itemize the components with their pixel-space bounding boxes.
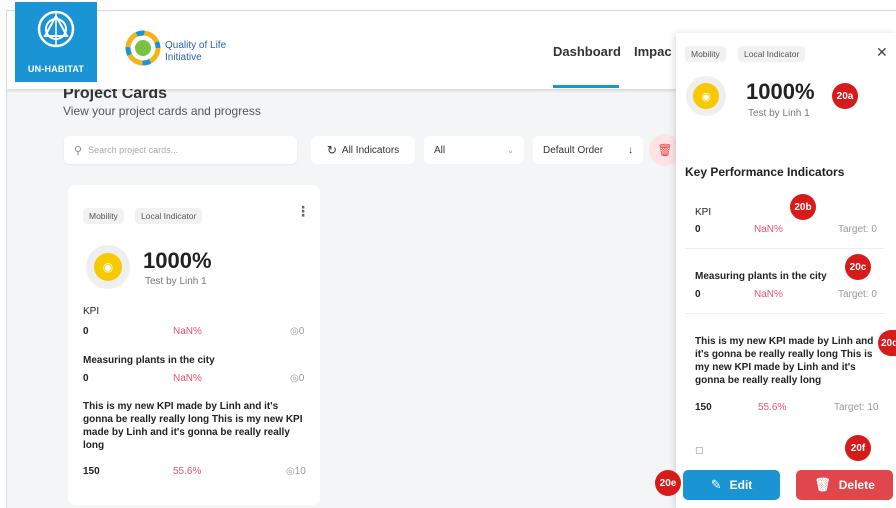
card-progress-percent: 1000% — [143, 248, 212, 273]
quality-of-life-logo — [125, 30, 161, 66]
qol-wordmark: Quality of Life Initiative — [165, 40, 227, 63]
nav-impact[interactable]: Impac — [634, 44, 672, 59]
panel-kpi-name: KPI — [695, 207, 712, 218]
divider — [685, 248, 885, 249]
panel-kpi-value: 0 — [695, 289, 701, 300]
chevron-down-icon: ⌄ — [507, 145, 514, 155]
card-kpi-target: ◎10 — [286, 466, 306, 477]
search-placeholder: Search project cards... — [88, 145, 179, 155]
card-kpi-target: ◎0 — [290, 373, 305, 384]
annotation-marker: 20b — [790, 194, 816, 220]
un-emblem-icon — [37, 10, 75, 48]
panel-kpi-value: 150 — [695, 402, 712, 413]
card-kpi-value: 150 — [83, 466, 100, 477]
panel-kpi-name: Measuring plants in the city — [695, 271, 827, 282]
panel-kpi-name: This is my new KPI made by Linh and it's… — [695, 336, 874, 386]
refresh-icon: ↻ — [326, 143, 337, 157]
sort-icon: ↓ — [628, 144, 633, 156]
annotation-marker: 20a — [832, 83, 858, 109]
card-kpi-percent: NaN% — [173, 373, 202, 384]
panel-kpi-target: Target: 0 — [838, 289, 877, 300]
nav-active-indicator — [553, 85, 619, 88]
panel-kpi-percent: NaN% — [754, 289, 783, 300]
target-small-icon: ◎ — [290, 326, 299, 337]
target-small-icon: ◎ — [286, 466, 295, 477]
annotation-marker: 20e — [655, 470, 681, 496]
kpi-section-heading: Key Performance Indicators — [685, 165, 845, 179]
card-tag-category: Mobility — [83, 208, 124, 224]
order-select[interactable]: Default Order ↓ — [533, 136, 643, 164]
annotation-marker: 20c — [845, 254, 871, 280]
panel-kpi-value: 0 — [695, 224, 701, 235]
panel-tag-type: Local Indicator — [738, 46, 806, 62]
nav-dashboard[interactable]: Dashboard — [553, 44, 621, 59]
divider — [685, 313, 885, 314]
target-small-icon: ◎ — [290, 373, 299, 384]
panel-tag-category: Mobility — [685, 46, 726, 62]
card-kpi-target: ◎0 — [290, 326, 305, 337]
card-tag-type: Local Indicator — [135, 208, 203, 224]
search-input[interactable]: ⚲ Search project cards... — [64, 136, 297, 164]
card-kpi-percent: NaN% — [173, 326, 202, 337]
panel-kpi-target: Target: 0 — [838, 224, 877, 235]
partially-hidden-row: ▢ — [695, 445, 704, 455]
trash-icon: 🗑 — [814, 477, 831, 492]
delete-button[interactable]: 🗑 Delete — [796, 470, 893, 500]
card-kpi-name: Measuring plants in the city — [83, 355, 215, 366]
pencil-icon: ✎ — [710, 477, 722, 492]
panel-progress-percent: 1000% — [746, 79, 815, 104]
search-icon: ⚲ — [74, 144, 83, 157]
page-subtitle: View your project cards and progress — [63, 104, 261, 118]
panel-author: Test by Linh 1 — [748, 108, 810, 119]
trash-icon: 🗑 — [657, 143, 673, 157]
panel-kpi-percent: 55.6% — [758, 402, 787, 413]
un-habitat-label: UN-HABITAT — [27, 64, 85, 74]
project-card[interactable]: Mobility Local Indicator ⋮ ◉ 1000% Test … — [68, 185, 320, 505]
card-kpi-percent: 55.6% — [173, 466, 202, 477]
close-icon[interactable]: ✕ — [876, 44, 888, 61]
target-icon: ◉ — [686, 76, 726, 116]
card-kpi-value: 0 — [83, 373, 89, 384]
card-kpi-value: 0 — [83, 326, 89, 337]
edit-button[interactable]: ✎ Edit — [683, 470, 780, 500]
card-author: Test by Linh 1 — [145, 276, 207, 287]
target-icon: ◉ — [86, 245, 130, 289]
more-options-icon[interactable]: ⋮ — [296, 203, 310, 220]
panel-kpi-percent: NaN% — [754, 224, 783, 235]
all-indicators-button[interactable]: ↻ All Indicators — [311, 136, 415, 164]
card-kpi-name: This is my new KPI made by Linh and it's… — [83, 401, 303, 451]
annotation-marker: 20f — [845, 435, 871, 461]
panel-kpi-target: Target: 10 — [834, 402, 879, 413]
filter-select[interactable]: All ⌄ — [424, 136, 524, 164]
un-habitat-logo: UN-HABITAT — [15, 2, 97, 82]
card-kpi-name: KPI — [83, 306, 100, 317]
